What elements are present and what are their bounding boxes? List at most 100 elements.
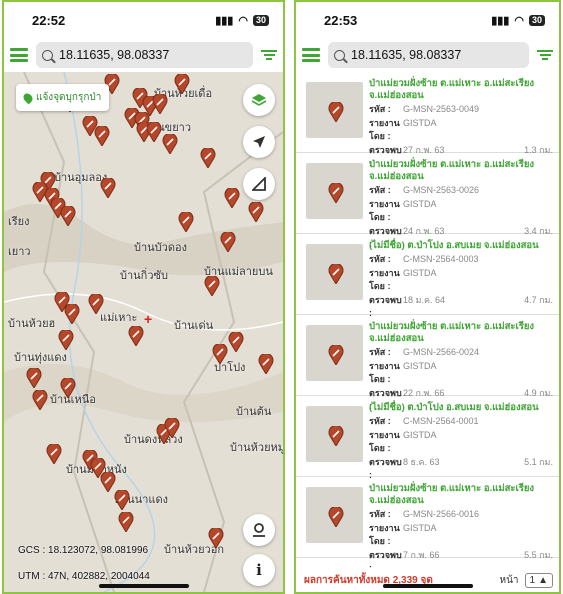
encroachment-marker — [328, 505, 344, 528]
search-value: 18.11635, 98.08337 — [59, 48, 170, 62]
found-label: ตรวจพบ : — [369, 456, 402, 481]
item-reporter: GISTDA — [403, 198, 437, 209]
map-thumbnail — [306, 487, 363, 543]
encroachment-marker[interactable] — [204, 274, 220, 297]
info-icon: i — [256, 561, 262, 579]
battery-icon: 30 — [252, 14, 269, 26]
encroachment-marker[interactable] — [100, 470, 116, 493]
encroachment-marker[interactable] — [208, 526, 224, 549]
encroachment-marker[interactable] — [118, 510, 134, 533]
encroachment-marker[interactable] — [258, 352, 274, 375]
encroachment-marker[interactable] — [88, 292, 104, 315]
found-label: ตรวจพบ : — [369, 294, 402, 319]
item-code: C-MSN-2564-0001 — [403, 416, 479, 426]
report-encroachment-button[interactable]: แจ้งจุดบุกรุกป่า — [16, 84, 110, 111]
encroachment-marker[interactable] — [58, 328, 74, 351]
item-date: 7 ก.พ. 66 — [403, 549, 440, 560]
search-input[interactable]: 18.11635, 98.08337 — [328, 42, 529, 68]
search-icon — [42, 49, 53, 61]
code-label: รหัส : — [369, 104, 391, 114]
map-thumbnail — [306, 244, 363, 300]
item-reporter: GISTDA — [403, 117, 437, 128]
item-code: C-MSN-2564-0003 — [403, 254, 479, 264]
list-item[interactable]: ป่าแม่ยวมฝั่งซ้าย ต.แม่เหาะ อ.แม่สะเรียง… — [296, 153, 559, 249]
code-label: รหัส : — [369, 347, 391, 357]
item-distance: 4.7 กม. — [524, 294, 553, 305]
item-title: ป่าแม่ยวมฝั่งซ้าย ต.แม่เหาะ อ.แม่สะเรียง… — [369, 159, 535, 182]
navigation-arrow-icon — [253, 136, 265, 148]
wifi-icon: ◠ — [514, 14, 524, 27]
map-label: แม่เหาะ — [100, 312, 138, 324]
item-distance: 5.1 กม. — [524, 456, 553, 467]
map-label: บ้านห้วยหมู — [230, 442, 283, 454]
encroachment-marker[interactable] — [174, 72, 190, 95]
status-time: 22:52 — [32, 12, 66, 28]
encroachment-marker[interactable] — [146, 120, 162, 143]
list-item[interactable]: ป่าแม่ยวมฝั่งซ้าย ต.แม่เหาะ อ.แม่สะเรียง… — [296, 315, 559, 411]
reporter-label: รายงานโดย : — [369, 198, 400, 223]
measure-button[interactable] — [243, 168, 275, 200]
map-view[interactable]: บ้านห้วยเดื่อ บ้านขยาว บ้านอุมลอง เรียง … — [4, 72, 283, 592]
result-list: ป่าแม่ยวมฝั่งซ้าย ต.แม่เหาะ อ.แม่สะเรียง… — [296, 72, 559, 568]
menu-icon[interactable] — [10, 48, 28, 62]
encroachment-marker[interactable] — [178, 210, 194, 233]
encroachment-marker[interactable] — [64, 302, 80, 325]
item-code: G-MSN-2566-0016 — [403, 509, 480, 519]
encroachment-marker[interactable] — [32, 388, 48, 411]
encroachment-marker[interactable] — [100, 176, 116, 199]
encroachment-marker[interactable] — [220, 230, 236, 253]
encroachment-marker[interactable] — [128, 324, 144, 347]
filter-icon[interactable] — [261, 50, 277, 60]
search-input[interactable]: 18.11635, 98.08337 — [36, 42, 253, 68]
map-label: บ้านห้วยฮ — [8, 318, 56, 330]
home-indicator — [382, 584, 473, 588]
item-reporter: GISTDA — [403, 429, 437, 440]
encroachment-marker — [328, 181, 344, 204]
encroachment-marker[interactable] — [46, 442, 62, 465]
encroachment-marker[interactable] — [26, 366, 42, 389]
encroachment-marker[interactable] — [94, 124, 110, 147]
encroachment-marker[interactable] — [228, 330, 244, 353]
locate-button[interactable] — [243, 126, 275, 158]
pin-location-button[interactable] — [243, 514, 275, 546]
crosshair-icon: + — [144, 311, 153, 327]
top-bar: 18.11635, 98.08337 — [4, 38, 283, 72]
list-item[interactable]: (ไม่มีชื่อ) ต.ป่าโปง อ.สบเมย จ.แม่ฮ่องสอ… — [296, 234, 559, 318]
reporter-label: รายงานโดย : — [369, 360, 400, 385]
list-item[interactable]: ป่าแม่ยวมฝั่งซ้าย ต.แม่เหาะ อ.แม่สะเรียง… — [296, 72, 559, 168]
code-label: รหัส : — [369, 254, 391, 264]
encroachment-marker[interactable] — [164, 416, 180, 439]
encroachment-marker[interactable] — [152, 92, 168, 115]
reporter-label: รายงานโดย : — [369, 429, 400, 454]
encroachment-marker[interactable] — [248, 200, 264, 223]
map-thumbnail — [306, 325, 363, 381]
list-item[interactable]: (ไม่มีชื่อ) ต.ป่าโปง อ.สบเมย จ.แม่ฮ่องสอ… — [296, 396, 559, 480]
status-bar: 22:53 ▮▮▮ ◠ 30 — [296, 2, 559, 38]
place-icon — [253, 523, 265, 537]
info-button[interactable]: i — [243, 554, 275, 586]
code-label: รหัส : — [369, 185, 391, 195]
map-label: บ้านต้น — [236, 406, 272, 418]
encroachment-marker[interactable] — [60, 204, 76, 227]
list-item[interactable]: ป่าแม่ยวมฝั่งซ้าย ต.แม่เหาะ อ.แม่สะเรียง… — [296, 477, 559, 568]
reporter-label: รายงานโดย : — [369, 267, 400, 292]
filter-icon[interactable] — [537, 50, 553, 60]
encroachment-marker[interactable] — [224, 186, 240, 209]
encroachment-marker[interactable] — [60, 376, 76, 399]
item-title: ป่าแม่ยวมฝั่งซ้าย ต.แม่เหาะ อ.แม่สะเรียง… — [369, 483, 535, 506]
encroachment-marker[interactable] — [200, 146, 216, 169]
map-screen: 22:52 ▮▮▮ ◠ 30 18.11635, 98.08337 บ้านห้… — [2, 0, 285, 594]
encroachment-marker — [328, 424, 344, 447]
encroachment-marker[interactable] — [114, 488, 130, 511]
signal-icon: ▮▮▮ — [491, 14, 510, 27]
map-thumbnail — [306, 82, 363, 138]
encroachment-marker[interactable] — [212, 342, 228, 365]
page-select[interactable]: 1 ▲ — [524, 572, 553, 588]
layers-button[interactable] — [243, 84, 275, 116]
item-code: G-MSN-2563-0026 — [403, 185, 480, 195]
encroachment-marker[interactable] — [162, 132, 178, 155]
found-label: ตรวจพบ : — [369, 549, 402, 569]
menu-icon[interactable] — [302, 48, 320, 62]
item-code: G-MSN-2566-0024 — [403, 347, 480, 357]
ruler-icon — [252, 177, 266, 191]
